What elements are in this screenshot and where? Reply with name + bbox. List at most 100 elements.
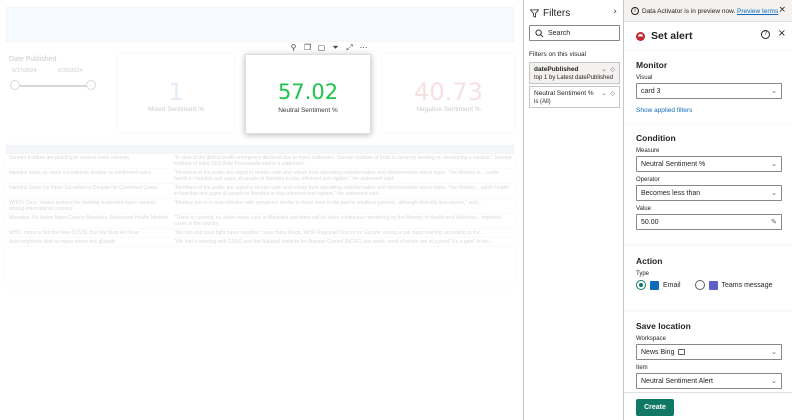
workspace-dropdown[interactable]: News Bing ⌄ — [636, 344, 782, 360]
create-button[interactable]: Create — [636, 399, 674, 416]
table-row[interactable]: WHO's Dam: 'issues protocol for tackling… — [6, 199, 514, 214]
condition-title: Condition — [636, 133, 676, 143]
expand-chevron-icon[interactable]: ⌄ — [601, 90, 606, 97]
preview-info-bar: i Data Activator is in preview now. Prev… — [624, 0, 792, 22]
eraser-icon[interactable]: ◇ — [610, 66, 615, 73]
row-text: "Monkey pox is a virus infection with sy… — [174, 200, 482, 206]
slicer-start-date[interactable]: 6/17/2024 — [12, 68, 36, 74]
table-row[interactable]: Asia heightens alert as mpox raises risk… — [6, 238, 514, 247]
preview-terms-link[interactable]: Preview terms — [737, 8, 778, 15]
row-title: Namibia Steps Up Mpox Surveillance Despi… — [9, 185, 158, 191]
filters-search[interactable] — [529, 25, 620, 41]
slicer-end-handle[interactable] — [86, 80, 96, 90]
operator-dropdown-value: Becomes less than — [641, 190, 701, 197]
condition-section: Condition Measure Neutral Sentiment % ⌄ … — [624, 124, 792, 244]
card-value: 40.73 — [414, 78, 483, 106]
table-row[interactable]: Sarvam Institute are pointing to several… — [6, 154, 514, 169]
row-text: "There is currently no active mpox case … — [174, 215, 501, 227]
filter-card-neutral-sentiment[interactable]: Neutral Sentiment % is (All) ⌄ ◇ — [529, 86, 620, 108]
card-negative-sentiment[interactable]: 40.73 Negative Sentiment % — [383, 54, 514, 132]
visual-dropdown-value: card 3 — [641, 88, 661, 95]
chevron-down-icon: ⌄ — [771, 87, 777, 95]
set-alert-title: Set alert — [651, 30, 693, 42]
card-label: Negative Sentiment % — [416, 106, 481, 113]
row-title: Asia heightens alert as mpox raises risk… — [9, 239, 116, 245]
pencil-icon[interactable]: ✎ — [771, 218, 777, 226]
chevron-down-icon: ⌄ — [771, 160, 777, 168]
value-label: Value — [636, 206, 651, 212]
pin-icon[interactable]: ⚲ — [289, 43, 298, 52]
card-neutral-sentiment[interactable]: 57.02 Neutral Sentiment % — [245, 54, 371, 134]
close-icon[interactable]: × — [778, 28, 786, 39]
search-icon — [535, 29, 544, 38]
item-dropdown-value: Neutral Sentiment Alert — [641, 378, 713, 385]
info-icon: i — [631, 7, 639, 15]
card-value: 1 — [168, 78, 184, 106]
filter-funnel-icon — [530, 9, 539, 18]
chevron-down-icon: ⌄ — [771, 348, 777, 356]
copy-icon[interactable]: ❐ — [303, 43, 312, 52]
comment-icon[interactable]: ▢ — [317, 43, 326, 52]
workspace-dropdown-value: News Bing — [641, 349, 675, 356]
row-title: WHO: mpox is Not the New COVID, But We M… — [9, 230, 139, 236]
table-row[interactable]: Namibia Steps Up Mpox Surveillance Despi… — [6, 184, 514, 199]
filters-on-visual-label: Filters on this visual — [529, 51, 587, 58]
teams-label[interactable]: Teams message — [722, 282, 773, 289]
operator-label: Operator — [636, 177, 660, 183]
show-applied-filters-link[interactable]: Show applied filters — [636, 107, 782, 114]
news-table[interactable]: Sarvam Institute are pointing to several… — [6, 145, 514, 287]
save-location-section: Save location Workspace News Bing ⌄ Item… — [624, 312, 792, 392]
eraser-icon[interactable]: ◇ — [610, 90, 615, 97]
card-value: 57.02 — [277, 80, 339, 104]
save-location-title: Save location — [636, 321, 691, 331]
row-text: "Members of the public are urged to rema… — [174, 170, 500, 182]
more-options-icon[interactable]: ⋯ — [359, 43, 368, 52]
visual-dropdown[interactable]: card 3 ⌄ — [636, 83, 782, 99]
filter-icon[interactable]: ⏷ — [331, 43, 340, 52]
monitor-title: Monitor — [636, 60, 668, 70]
row-title: Namibia steps up mpox surveillance despi… — [9, 170, 152, 176]
action-section: Action Type Email Teams message — [624, 247, 792, 309]
value-input-value: 50.00 — [641, 219, 659, 226]
data-activator-icon — [636, 32, 645, 41]
action-title: Action — [636, 256, 663, 266]
operator-dropdown[interactable]: Becomes less than ⌄ — [636, 185, 782, 201]
date-slicer[interactable]: Date Published 6/17/2024 6/30/2024 — [6, 52, 110, 132]
expand-chevron-icon[interactable]: ⌄ — [601, 66, 606, 73]
table-row[interactable]: Namibia steps up mpox surveillance despi… — [6, 169, 514, 184]
slicer-start-handle[interactable] — [10, 80, 20, 90]
workspace-icon — [678, 349, 686, 355]
action-type-group: Email Teams message — [636, 280, 782, 290]
help-icon[interactable]: ? — [761, 30, 770, 39]
focus-mode-icon[interactable]: ⤢ — [345, 43, 354, 52]
collapse-pane-icon[interactable]: › — [613, 7, 617, 17]
table-row[interactable]: WHO: mpox is Not the New COVID, But We M… — [6, 229, 514, 238]
set-alert-header: Set alert ? × — [624, 22, 792, 50]
filter-card-datepublished[interactable]: datePublished top 1 by Latest datePublis… — [529, 62, 620, 84]
type-label: Type — [636, 271, 650, 277]
item-dropdown[interactable]: Neutral Sentiment Alert ⌄ — [636, 373, 782, 389]
card-mixed-sentiment[interactable]: 1 Mixed Sentiment % — [118, 54, 234, 132]
report-banner — [6, 7, 514, 42]
table-row[interactable]: Mauritius: No Active Mpox Case in Maurit… — [6, 214, 514, 229]
measure-dropdown[interactable]: Neutral Sentiment % ⌄ — [636, 156, 782, 172]
slicer-end-date[interactable]: 6/30/2024 — [58, 68, 82, 74]
filters-header: Filters › — [524, 0, 623, 25]
email-label[interactable]: Email — [663, 282, 681, 289]
filters-pane: Filters › Filters on this visual datePub… — [523, 0, 624, 420]
filter-card-summary: top 1 by Latest datePublished — [534, 75, 614, 81]
slicer-title: Date Published — [9, 56, 57, 63]
filter-card-summary: is (All) — [534, 99, 551, 105]
filters-search-input[interactable] — [548, 27, 618, 39]
value-input[interactable]: 50.00 ✎ — [636, 214, 782, 230]
outlook-icon — [650, 280, 659, 290]
filters-title: Filters — [543, 8, 571, 19]
row-title: Sarvam Institute are pointing to several… — [9, 155, 130, 161]
email-radio[interactable] — [636, 280, 646, 290]
close-info-icon[interactable]: × — [778, 5, 786, 15]
chevron-down-icon: ⌄ — [771, 377, 777, 385]
row-text: "Members of the public are urged to rema… — [174, 185, 509, 197]
row-title: WHO's Dam: 'issues protocol for tackling… — [9, 200, 156, 212]
teams-radio[interactable] — [694, 280, 705, 290]
visual-label: Visual — [636, 75, 653, 81]
